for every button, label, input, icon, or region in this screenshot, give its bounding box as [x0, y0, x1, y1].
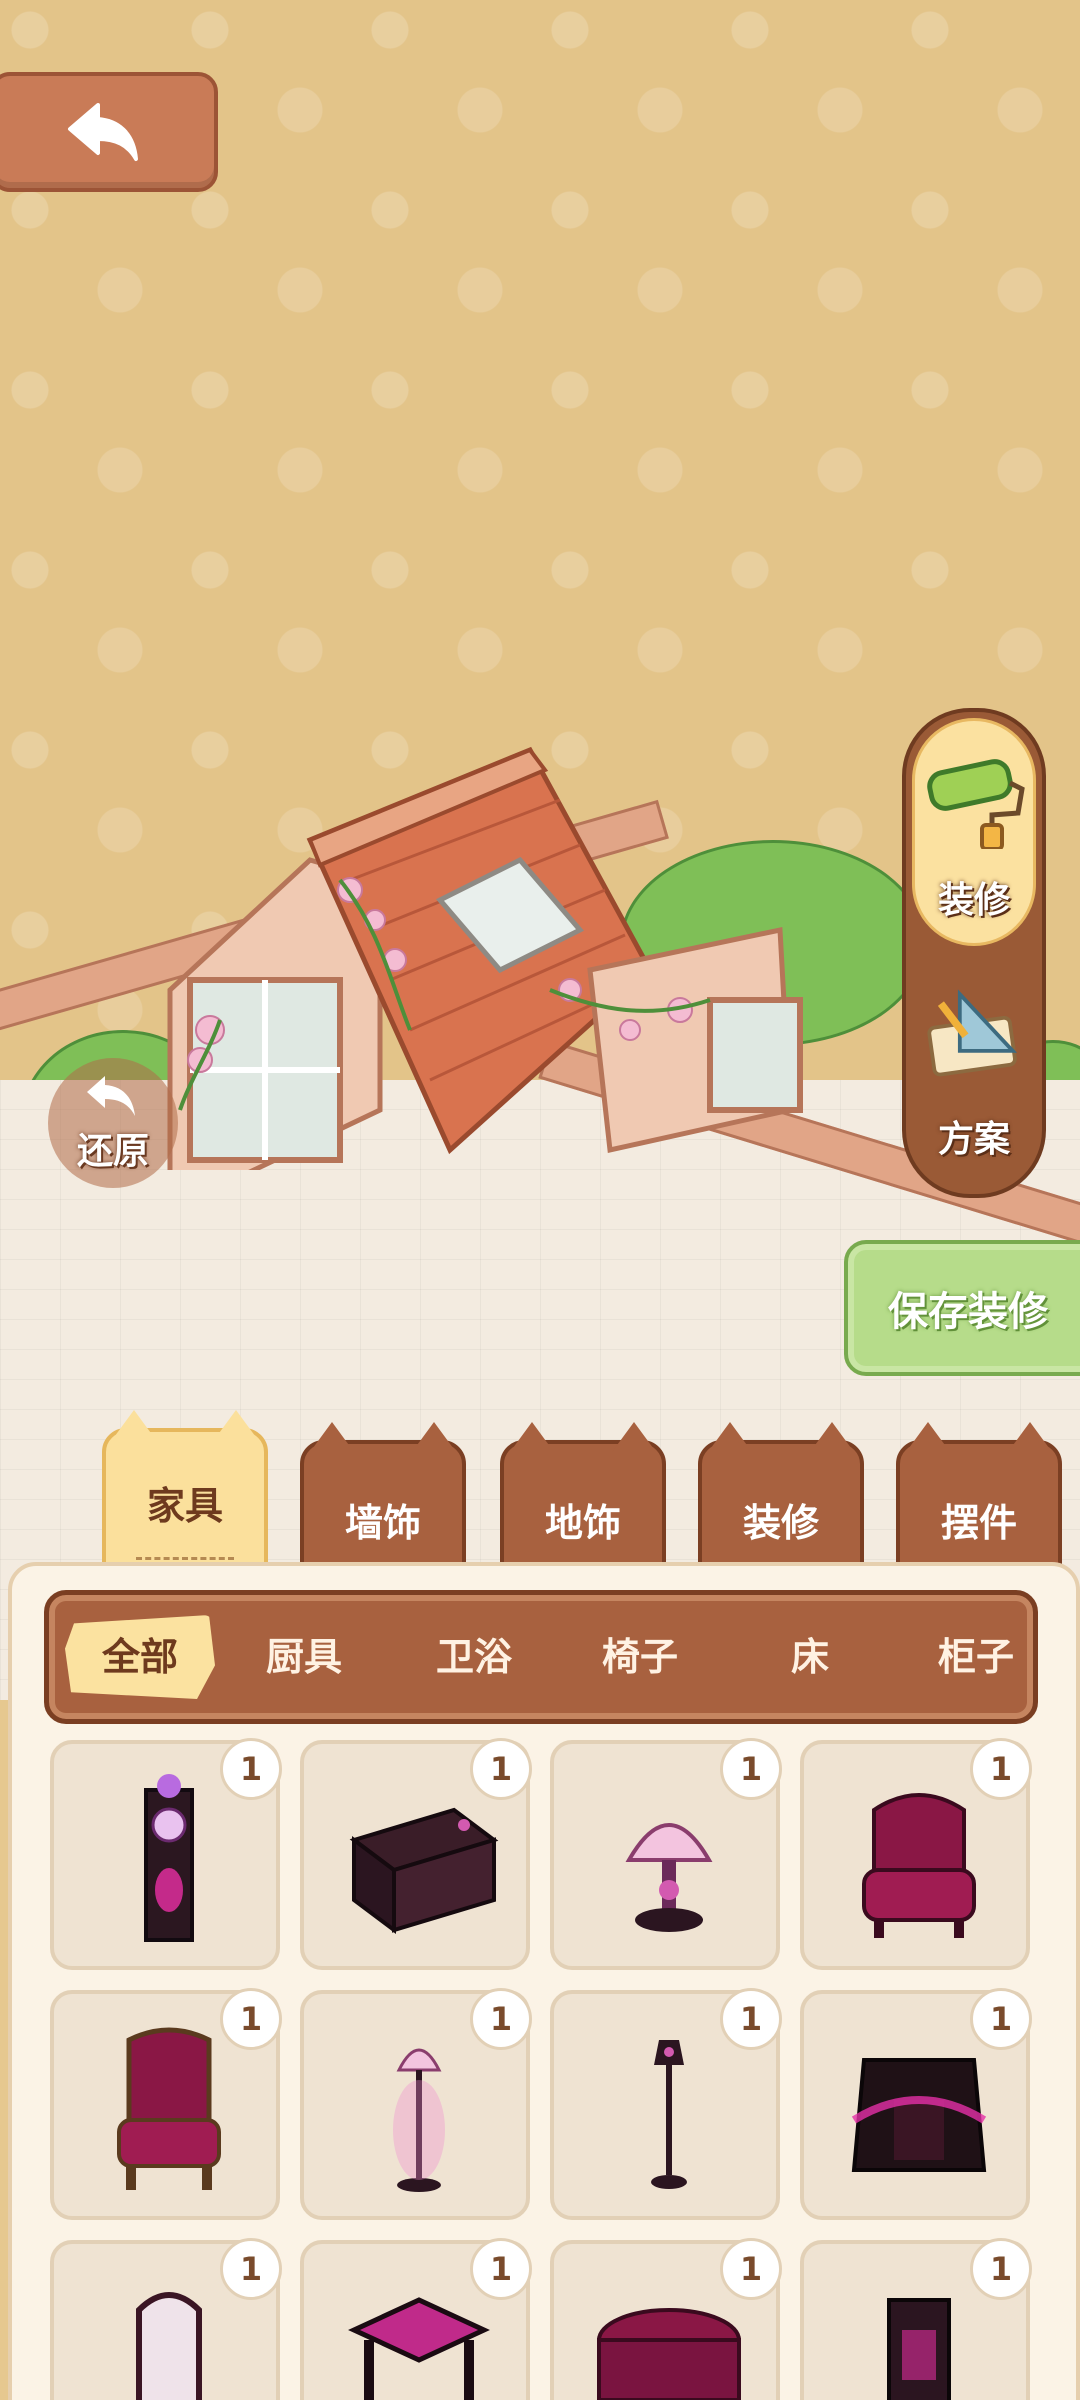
item-standing-mirror[interactable]: 1	[50, 2238, 282, 2400]
save-label: 保存装修	[888, 1289, 1048, 1335]
armchair-icon	[862, 1793, 976, 1938]
table-lamp-icon	[625, 1823, 713, 1932]
item-count-badge: 1	[720, 1988, 782, 2050]
decorate-label: 装修	[937, 880, 1010, 921]
item-count-badge: 1	[470, 1988, 532, 2050]
item-floor-lamp[interactable]: 1	[300, 1988, 532, 2220]
item-count-badge: 1	[470, 1738, 532, 1800]
blueprint-icon	[927, 989, 1018, 1077]
item-cabinet[interactable]: 1	[800, 2238, 1032, 2400]
paint-roller-icon	[927, 759, 1025, 849]
item-table-lamp[interactable]: 1	[550, 1738, 782, 1970]
item-count-badge: 1	[970, 2238, 1032, 2300]
item-ottoman[interactable]: 1	[550, 2238, 782, 2400]
grandfather-clock-icon	[144, 1774, 194, 1942]
subcategory-bar: 全部 厨具 卫浴 椅子 床 柜子	[44, 1590, 1038, 1724]
subtab-cabinets[interactable]: 柜子	[901, 1615, 1033, 1699]
back-button[interactable]	[0, 72, 218, 192]
save-decoration-button[interactable]: 保存装修	[844, 1240, 1080, 1376]
item-street-lamp[interactable]: 1	[550, 1988, 782, 2220]
restore-button[interactable]: 还原	[48, 1058, 178, 1188]
tab-decoration	[136, 1557, 234, 1560]
plan-label: 方案	[937, 1119, 1010, 1160]
fireplace-icon	[851, 2058, 987, 2172]
subtab-kitchen[interactable]: 厨具	[229, 1615, 379, 1699]
throne-chair-icon	[117, 2027, 221, 2190]
undo-icon	[87, 1076, 135, 1116]
item-throne-chair[interactable]: 1	[50, 1988, 282, 2220]
street-lamp-icon	[651, 2040, 687, 2189]
item-velvet-armchair[interactable]: 1	[800, 1738, 1032, 1970]
item-count-badge: 1	[220, 1738, 282, 1800]
plan-button[interactable]: 方案	[912, 962, 1036, 1182]
item-dark-desk[interactable]: 1	[300, 1738, 532, 1970]
item-grandfather-clock[interactable]: 1	[50, 1738, 282, 1970]
back-arrow-icon	[68, 103, 138, 161]
side-panel: 装修 方案	[902, 708, 1046, 1198]
desk-icon	[349, 1807, 499, 1934]
floor-lamp-icon	[393, 2048, 445, 2192]
item-count-badge: 1	[970, 1738, 1032, 1800]
restore-label: 还原	[76, 1131, 149, 1172]
item-side-table[interactable]: 1	[300, 2238, 532, 2400]
item-count-badge: 1	[970, 1988, 1032, 2050]
item-gothic-fireplace[interactable]: 1	[800, 1988, 1032, 2220]
tab-label: 摆件	[940, 1500, 1017, 1545]
item-count-badge: 1	[220, 2238, 282, 2300]
item-count-badge: 1	[470, 2238, 532, 2300]
subtab-chairs[interactable]: 椅子	[565, 1615, 715, 1699]
tab-label: 装修	[742, 1500, 819, 1545]
subtab-bathroom[interactable]: 卫浴	[399, 1615, 549, 1699]
item-count-badge: 1	[720, 1738, 782, 1800]
tab-label: 家具	[146, 1483, 223, 1528]
subtab-beds[interactable]: 床	[735, 1615, 885, 1699]
tab-label: 墙饰	[344, 1500, 421, 1545]
attic-roof-illustration	[167, 746, 803, 1170]
item-count-badge: 1	[220, 1988, 282, 2050]
tab-label: 地饰	[544, 1500, 621, 1545]
decorate-button[interactable]: 装修	[912, 718, 1036, 946]
subtab-all[interactable]: 全部	[65, 1615, 215, 1699]
item-count-badge: 1	[720, 2238, 782, 2300]
